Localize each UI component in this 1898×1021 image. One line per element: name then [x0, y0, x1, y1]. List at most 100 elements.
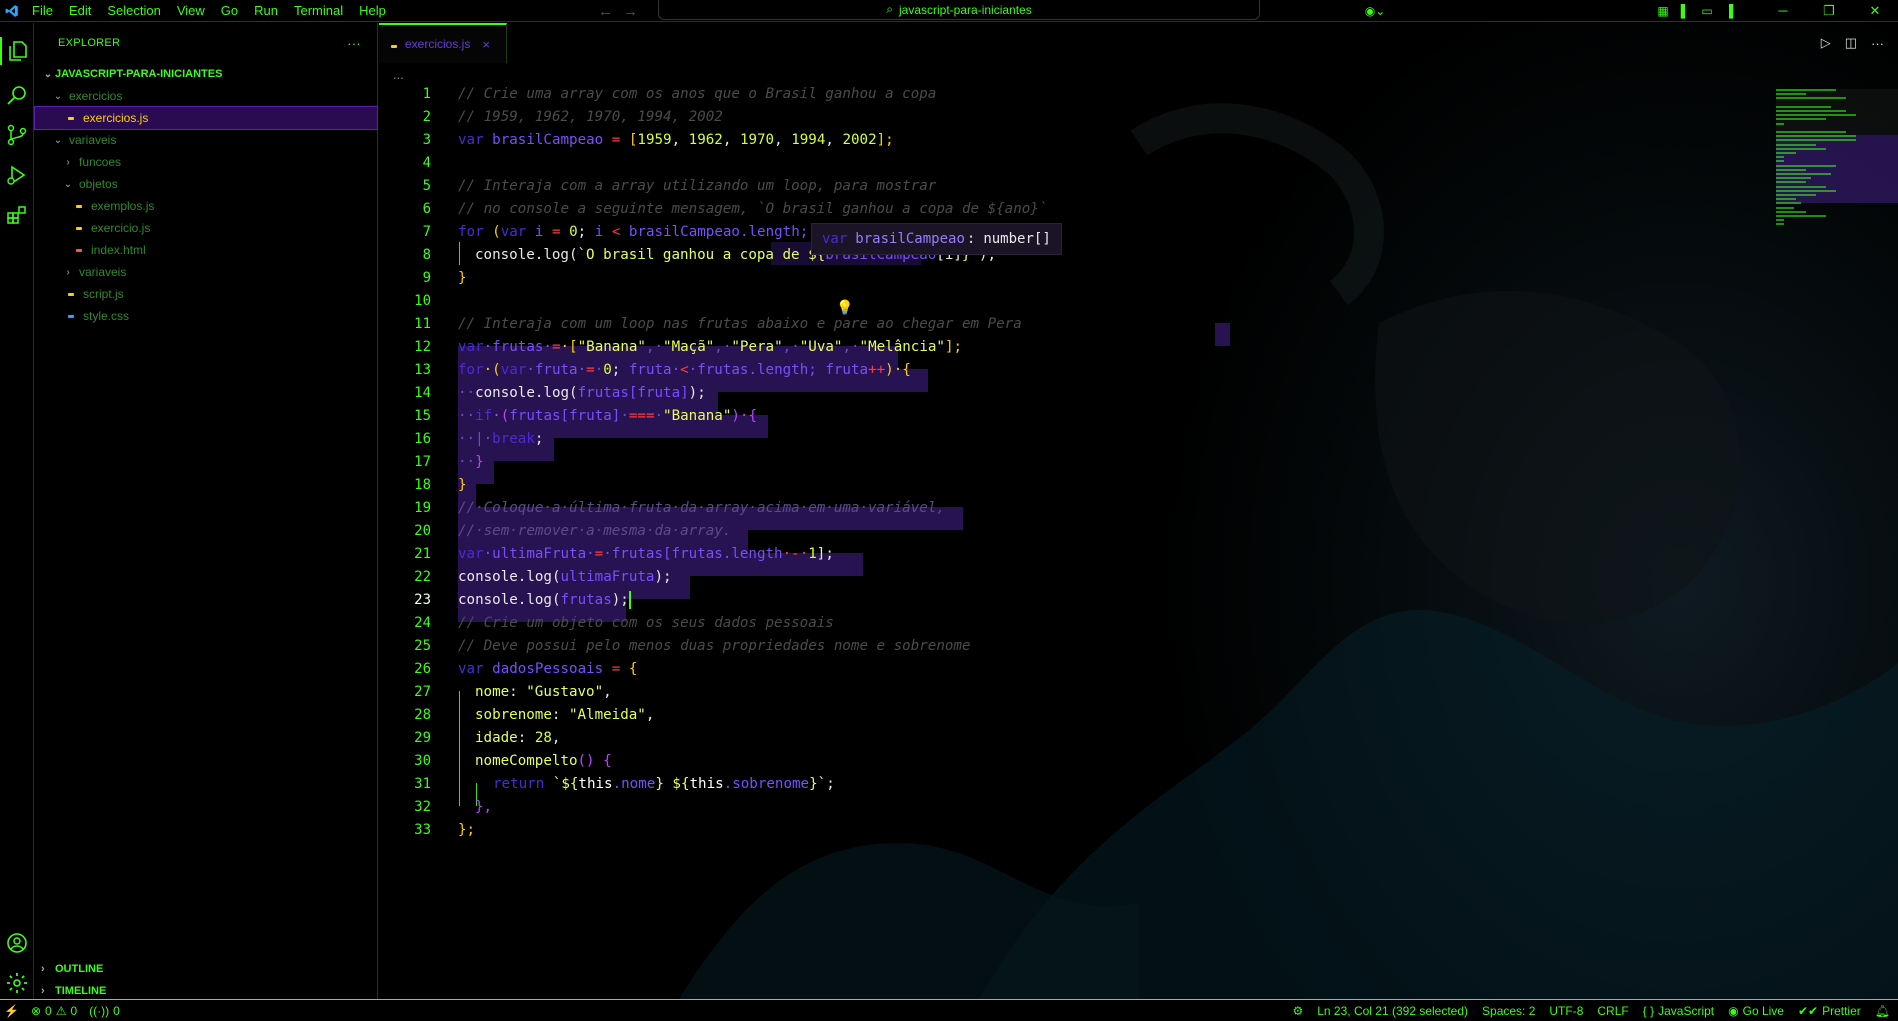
js-file-icon — [71, 226, 87, 230]
accounts-icon[interactable]: ⚙ — [1292, 1004, 1303, 1018]
tree-item-funcoes[interactable]: › funcoes — [35, 151, 377, 173]
editor-area[interactable]: exercicios.js × ▷ ◫ ··· ... 1 2 3 4 5 6 7 8 9 10 1… — [379, 23, 1898, 999]
whitespace: · — [594, 362, 604, 378]
tooltip-colon: : — [966, 231, 976, 247]
tree-item-exercicio-js[interactable]: exercicio.js — [35, 217, 377, 239]
chevron-down-icon: ⌄ — [43, 68, 53, 80]
line-number: 17 — [414, 454, 431, 470]
punctuation: ]; — [816, 546, 834, 562]
toggle-panel-icon[interactable]: ▭ — [1696, 4, 1718, 18]
punctuation: : — [551, 707, 569, 723]
line-ending[interactable]: CRLF — [1597, 1004, 1628, 1018]
menu-go[interactable]: Go — [213, 0, 246, 22]
close-tab-icon[interactable]: × — [482, 37, 490, 52]
run-debug-icon[interactable] — [3, 161, 31, 189]
ports-indicator[interactable]: ((·)) 0 — [89, 1004, 120, 1018]
menu-selection[interactable]: Selection — [99, 0, 168, 22]
operator: = — [586, 362, 595, 378]
indent-guide — [459, 242, 460, 265]
minimize-icon[interactable]: ─ — [1760, 3, 1806, 19]
method: .log( — [534, 247, 578, 263]
toggle-secondary-sidebar-icon[interactable]: ▐ — [1718, 4, 1740, 18]
tree-item-exercicios-js[interactable]: exercicios.js — [34, 106, 378, 130]
split-editor-icon[interactable]: ◫ — [1845, 35, 1857, 51]
menu-help[interactable]: Help — [351, 0, 394, 22]
language-mode[interactable]: { } JavaScript — [1643, 1004, 1714, 1018]
menu-run[interactable]: Run — [246, 0, 286, 22]
more-actions-icon[interactable]: ··· — [347, 36, 361, 51]
encoding[interactable]: UTF-8 — [1549, 1004, 1583, 1018]
notifications-bell-icon[interactable]: 🔔︎ — [1875, 1004, 1890, 1018]
code-line-7: for (var i = 0; i < brasilCampeao.length… — [458, 221, 825, 244]
code-line-5: // Interaja com a array utilizando um lo… — [458, 175, 936, 198]
number: 0 — [569, 224, 578, 240]
breadcrumb[interactable]: ... — [393, 67, 404, 82]
lightbulb-icon[interactable]: 💡 — [836, 299, 853, 316]
tree-item-variaveis[interactable]: ⌄ variaveis — [35, 129, 377, 151]
menu-file[interactable]: File — [24, 0, 61, 22]
punctuation: , — [671, 132, 689, 148]
cursor-position[interactable]: Ln 23, Col 21 (392 selected) — [1317, 1004, 1468, 1018]
index: [fruta] — [628, 385, 689, 401]
menu-view[interactable]: View — [169, 0, 213, 22]
string: "Melância" — [859, 339, 945, 355]
go-live-button[interactable]: ◉ Go Live — [1728, 1004, 1784, 1018]
tree-item-index-html[interactable]: index.html — [35, 239, 377, 261]
tree-item-exercicios[interactable]: ⌄ exercicios — [35, 85, 377, 107]
property: .length; — [748, 362, 826, 378]
tree-item-label: exercicios.js — [83, 111, 149, 125]
nav-arrows: ← → — [598, 0, 638, 22]
tree-item-script-js[interactable]: script.js — [35, 283, 377, 305]
operator: = — [594, 546, 604, 562]
warning-icon: ⚠ — [55, 1003, 67, 1018]
line-number: 29 — [414, 730, 431, 746]
forward-arrow-icon[interactable]: → — [623, 3, 638, 20]
extensions-icon[interactable] — [3, 201, 31, 229]
command-center[interactable]: ⌕ javascript-para-iniciantes — [658, 0, 1260, 20]
punctuation: : — [517, 730, 535, 746]
line-number: 32 — [414, 799, 431, 815]
tree-item-style-css[interactable]: style.css — [35, 305, 377, 327]
minimap[interactable] — [1776, 89, 1886, 269]
toggle-primary-sidebar-icon[interactable]: ▌ — [1674, 4, 1696, 18]
run-icon[interactable]: ▷ — [1821, 35, 1831, 51]
tree-item-exemplos-js[interactable]: exemplos.js — [35, 195, 377, 217]
settings-gear-icon[interactable] — [3, 969, 31, 997]
whitespace: ··|· — [458, 431, 493, 447]
line-number: 30 — [414, 753, 431, 769]
tab-exercicios-js[interactable]: exercicios.js × — [379, 23, 507, 63]
search-icon[interactable] — [3, 81, 31, 109]
code-line-20: //·sem·remover·a·mesma·da·array. — [458, 520, 731, 543]
chevron-down-icon: ⌄ — [63, 178, 73, 190]
problems-indicator[interactable]: ⊗ 0 ⚠ 0 — [31, 1004, 77, 1018]
minimap-line — [1776, 143, 1816, 146]
bracket: }; — [458, 822, 476, 838]
explorer-icon[interactable] — [0, 37, 34, 65]
back-arrow-icon[interactable]: ← — [598, 3, 613, 20]
menu-terminal[interactable]: Terminal — [286, 0, 351, 22]
prettier-button[interactable]: ✔✔ Prettier — [1798, 1004, 1861, 1018]
project-root[interactable]: ⌄ JAVASCRIPT-PARA-INICIANTES — [35, 63, 377, 85]
copilot-icon[interactable]: ◉⌄ — [1358, 4, 1392, 18]
method: .log( — [517, 592, 561, 608]
tree-item-variaveis-sub[interactable]: › variaveis — [35, 261, 377, 283]
html-file-icon — [71, 248, 87, 252]
account-icon[interactable] — [3, 929, 31, 957]
tab-bar: exercicios.js × — [379, 23, 1898, 63]
whitespace: ·· — [458, 454, 476, 470]
bracket: ·( — [492, 408, 510, 424]
customize-layout-icon[interactable]: ▦ — [1652, 4, 1674, 18]
restore-icon[interactable]: ❐ — [1806, 3, 1852, 19]
remote-icon[interactable]: ⚡ — [4, 1004, 19, 1018]
menu-bar: File Edit Selection View Go Run Terminal… — [24, 0, 394, 22]
status-bar: ⚡ ⊗ 0 ⚠ 0 ((·)) 0 ⚙ Ln 23, Col 21 (392 sele… — [0, 999, 1898, 1021]
outline-section[interactable]: › OUTLINE — [35, 958, 378, 980]
code-line-17: ··} — [458, 451, 484, 474]
more-actions-icon[interactable]: ··· — [1871, 36, 1884, 51]
menu-edit[interactable]: Edit — [61, 0, 99, 22]
close-window-icon[interactable]: ✕ — [1852, 3, 1898, 19]
source-control-icon[interactable] — [3, 121, 31, 149]
tree-item-objetos[interactable]: ⌄ objetos — [35, 173, 377, 195]
minimap-line — [1776, 139, 1856, 142]
indentation[interactable]: Spaces: 2 — [1482, 1004, 1535, 1018]
